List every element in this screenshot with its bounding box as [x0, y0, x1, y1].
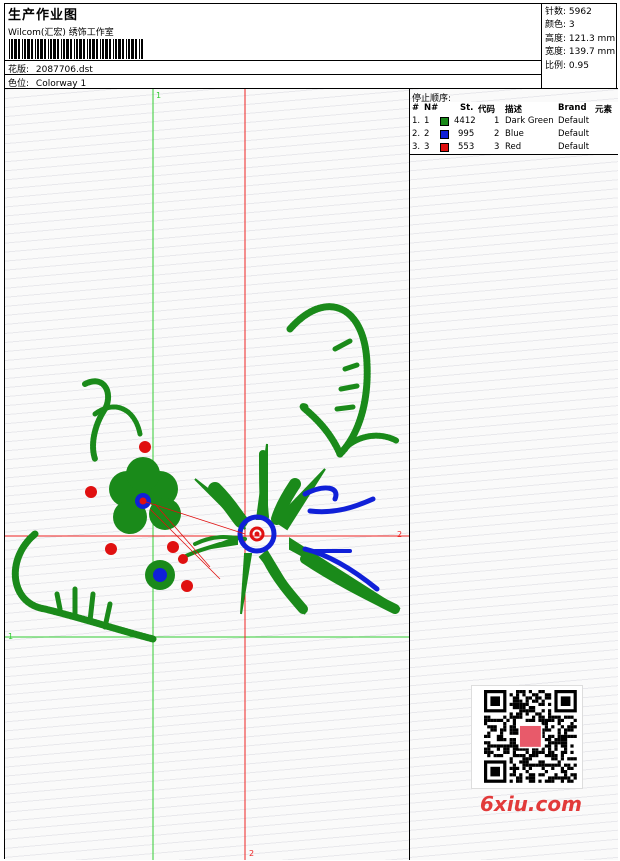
embroidery-design	[5, 89, 409, 860]
qr-code-image	[471, 685, 583, 789]
production-sheet: 生产作业图 Wilcom(汇宏) 绣饰工作室 花版: 2087706.dst 色…	[4, 3, 618, 860]
colorway-row: 色位: Colorway 1	[8, 76, 86, 89]
stat-width: 宽度: 139.7 mm	[545, 47, 616, 58]
page-title: 生产作业图	[8, 8, 79, 23]
header-divider	[5, 74, 542, 75]
table-row[interactable]: 1. 1 4412 1 Dark Green Default	[410, 115, 618, 128]
barcode-image	[9, 39, 143, 59]
table-row[interactable]: 2. 2 995 2 Blue Default	[410, 128, 618, 141]
header-divider	[5, 60, 542, 61]
colorway-name: Colorway 1	[35, 79, 87, 89]
header-info: 生产作业图 Wilcom(汇宏) 绣饰工作室 花版: 2087706.dst 色…	[5, 4, 542, 89]
studio-name: Wilcom(汇宏) 绣饰工作室	[8, 28, 114, 38]
colorway-label: 色位:	[8, 79, 30, 89]
stats-panel: 针数: 5962 颜色: 3 高度: 121.3 mm 宽度: 139.7 mm…	[542, 4, 618, 89]
stat-colors: 颜色: 3	[545, 20, 575, 31]
table-header-row: # N# St. 代码 描述 Brand 元素	[412, 103, 613, 115]
guide-label-v1: 1	[156, 91, 162, 100]
embroidery-green-stitches	[11, 303, 401, 643]
guide-label-h1: 1	[8, 632, 14, 641]
design-canvas[interactable]: 1 1 2 2	[5, 89, 410, 860]
thread-table: # N# St. 代码 描述 Brand 元素 1. 1 4412 1 Dark…	[410, 102, 618, 155]
stat-height: 高度: 121.3 mm	[545, 33, 616, 44]
color-swatch	[440, 130, 449, 139]
stat-stitches: 针数: 5962	[545, 7, 592, 17]
guide-label-h2: 2	[397, 530, 403, 539]
guide-label-v2: 2	[249, 849, 255, 858]
color-swatch	[440, 143, 449, 152]
table-row[interactable]: 3. 3 553 3 Red Default	[410, 141, 618, 154]
color-swatch	[440, 117, 449, 126]
stat-scale: 比例: 0.95	[545, 60, 589, 71]
site-watermark-logo: 6xiu.com	[480, 792, 582, 816]
